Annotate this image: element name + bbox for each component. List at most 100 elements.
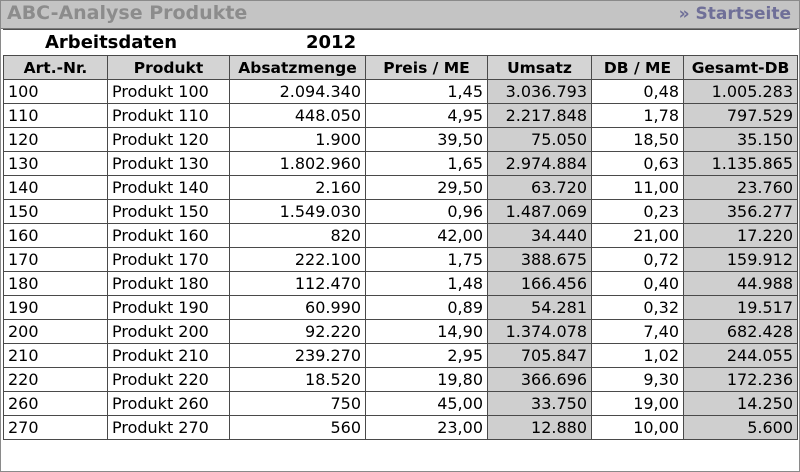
cell-artnr[interactable]: 170 [3,247,108,272]
cell-produkt[interactable]: Produkt 210 [107,343,230,368]
cell-artnr[interactable]: 110 [3,103,108,128]
cell-absatzmenge[interactable]: 750 [229,391,366,416]
cell-preis[interactable]: 1,65 [365,151,488,176]
cell-preis[interactable]: 4,95 [365,103,488,128]
cell-artnr[interactable]: 140 [3,175,108,200]
cell-absatzmenge[interactable]: 239.270 [229,343,366,368]
cell-artnr[interactable]: 220 [3,367,108,392]
cell-artnr[interactable]: 200 [3,319,108,344]
cell-umsatz: 1.374.078 [487,319,592,344]
cell-artnr[interactable]: 260 [3,391,108,416]
cell-artnr[interactable]: 150 [3,199,108,224]
cell-gesamt-db: 797.529 [683,103,798,128]
cell-preis[interactable]: 0,96 [365,199,488,224]
workdata-label: Arbeitsdaten [45,32,178,53]
cell-db-me[interactable]: 19,00 [591,391,684,416]
cell-produkt[interactable]: Produkt 160 [107,223,230,248]
cell-absatzmenge[interactable]: 1.549.030 [229,199,366,224]
cell-preis[interactable]: 1,48 [365,271,488,296]
table-row: 150 Produkt 150 1.549.030 0,96 1.487.069 0,23… [3,199,798,224]
cell-produkt[interactable]: Produkt 170 [107,247,230,272]
cell-artnr[interactable]: 130 [3,151,108,176]
cell-artnr[interactable]: 210 [3,343,108,368]
cell-produkt[interactable]: Produkt 140 [107,175,230,200]
cell-db-me[interactable]: 1,78 [591,103,684,128]
table-row: 120 Produkt 120 1.900 39,50 75.050 18,50 35.15… [3,127,798,152]
table-body: 100 Produkt 100 2.094.340 1,45 3.036.793 0,48… [3,79,798,440]
column-header-gesamt-db: Gesamt-DB [683,55,798,80]
cell-absatzmenge[interactable]: 448.050 [229,103,366,128]
cell-db-me[interactable]: 11,00 [591,175,684,200]
cell-db-me[interactable]: 1,02 [591,343,684,368]
cell-db-me[interactable]: 0,72 [591,247,684,272]
cell-absatzmenge[interactable]: 112.470 [229,271,366,296]
cell-produkt[interactable]: Produkt 130 [107,151,230,176]
cell-produkt[interactable]: Produkt 200 [107,319,230,344]
cell-absatzmenge[interactable]: 2.094.340 [229,79,366,104]
cell-absatzmenge[interactable]: 1.802.960 [229,151,366,176]
cell-artnr[interactable]: 190 [3,295,108,320]
cell-db-me[interactable]: 21,00 [591,223,684,248]
cell-db-me[interactable]: 0,23 [591,199,684,224]
table-row: 260 Produkt 260 750 45,00 33.750 19,00 14.250 [3,391,798,416]
table-row: 100 Produkt 100 2.094.340 1,45 3.036.793 0,48… [3,79,798,104]
cell-artnr[interactable]: 180 [3,271,108,296]
cell-gesamt-db: 17.220 [683,223,798,248]
cell-artnr[interactable]: 120 [3,127,108,152]
cell-produkt[interactable]: Produkt 260 [107,391,230,416]
cell-preis[interactable]: 19,80 [365,367,488,392]
cell-produkt[interactable]: Produkt 220 [107,367,230,392]
cell-absatzmenge[interactable]: 820 [229,223,366,248]
cell-gesamt-db: 159.912 [683,247,798,272]
cell-db-me[interactable]: 0,63 [591,151,684,176]
cell-produkt[interactable]: Produkt 100 [107,79,230,104]
cell-umsatz: 54.281 [487,295,592,320]
cell-produkt[interactable]: Produkt 120 [107,127,230,152]
cell-db-me[interactable]: 0,40 [591,271,684,296]
cell-db-me[interactable]: 0,48 [591,79,684,104]
cell-db-me[interactable]: 0,32 [591,295,684,320]
column-header-db-me: DB / ME [591,55,684,80]
column-header-absatzmenge: Absatzmenge [229,55,366,80]
cell-preis[interactable]: 1,75 [365,247,488,272]
cell-preis[interactable]: 29,50 [365,175,488,200]
cell-preis[interactable]: 1,45 [365,79,488,104]
cell-produkt[interactable]: Produkt 110 [107,103,230,128]
cell-gesamt-db: 19.517 [683,295,798,320]
cell-produkt[interactable]: Produkt 270 [107,415,230,440]
cell-umsatz: 63.720 [487,175,592,200]
cell-artnr[interactable]: 270 [3,415,108,440]
cell-db-me[interactable]: 18,50 [591,127,684,152]
table-row: 200 Produkt 200 92.220 14,90 1.374.078 7,40 68… [3,319,798,344]
table-row: 160 Produkt 160 820 42,00 34.440 21,00 17.220 [3,223,798,248]
cell-gesamt-db: 172.236 [683,367,798,392]
cell-umsatz: 166.456 [487,271,592,296]
cell-preis[interactable]: 14,90 [365,319,488,344]
main-window: ABC-Analyse Produkte » Startseite Arbeit… [0,0,800,472]
cell-produkt[interactable]: Produkt 190 [107,295,230,320]
home-link[interactable]: » Startseite [679,4,791,24]
cell-absatzmenge[interactable]: 2.160 [229,175,366,200]
cell-artnr[interactable]: 100 [3,79,108,104]
cell-db-me[interactable]: 9,30 [591,367,684,392]
cell-preis[interactable]: 39,50 [365,127,488,152]
cell-absatzmenge[interactable]: 18.520 [229,367,366,392]
column-header-artnr: Art.-Nr. [3,55,108,80]
cell-absatzmenge[interactable]: 1.900 [229,127,366,152]
cell-preis[interactable]: 42,00 [365,223,488,248]
cell-preis[interactable]: 2,95 [365,343,488,368]
cell-preis[interactable]: 0,89 [365,295,488,320]
cell-produkt[interactable]: Produkt 150 [107,199,230,224]
cell-absatzmenge[interactable]: 560 [229,415,366,440]
cell-absatzmenge[interactable]: 92.220 [229,319,366,344]
cell-absatzmenge[interactable]: 222.100 [229,247,366,272]
cell-db-me[interactable]: 10,00 [591,415,684,440]
cell-produkt[interactable]: Produkt 180 [107,271,230,296]
cell-db-me[interactable]: 7,40 [591,319,684,344]
table-row: 180 Produkt 180 112.470 1,48 166.456 0,40 44.9… [3,271,798,296]
cell-preis[interactable]: 45,00 [365,391,488,416]
cell-absatzmenge[interactable]: 60.990 [229,295,366,320]
cell-artnr[interactable]: 160 [3,223,108,248]
cell-preis[interactable]: 23,00 [365,415,488,440]
table-row: 140 Produkt 140 2.160 29,50 63.720 11,00 23.76… [3,175,798,200]
